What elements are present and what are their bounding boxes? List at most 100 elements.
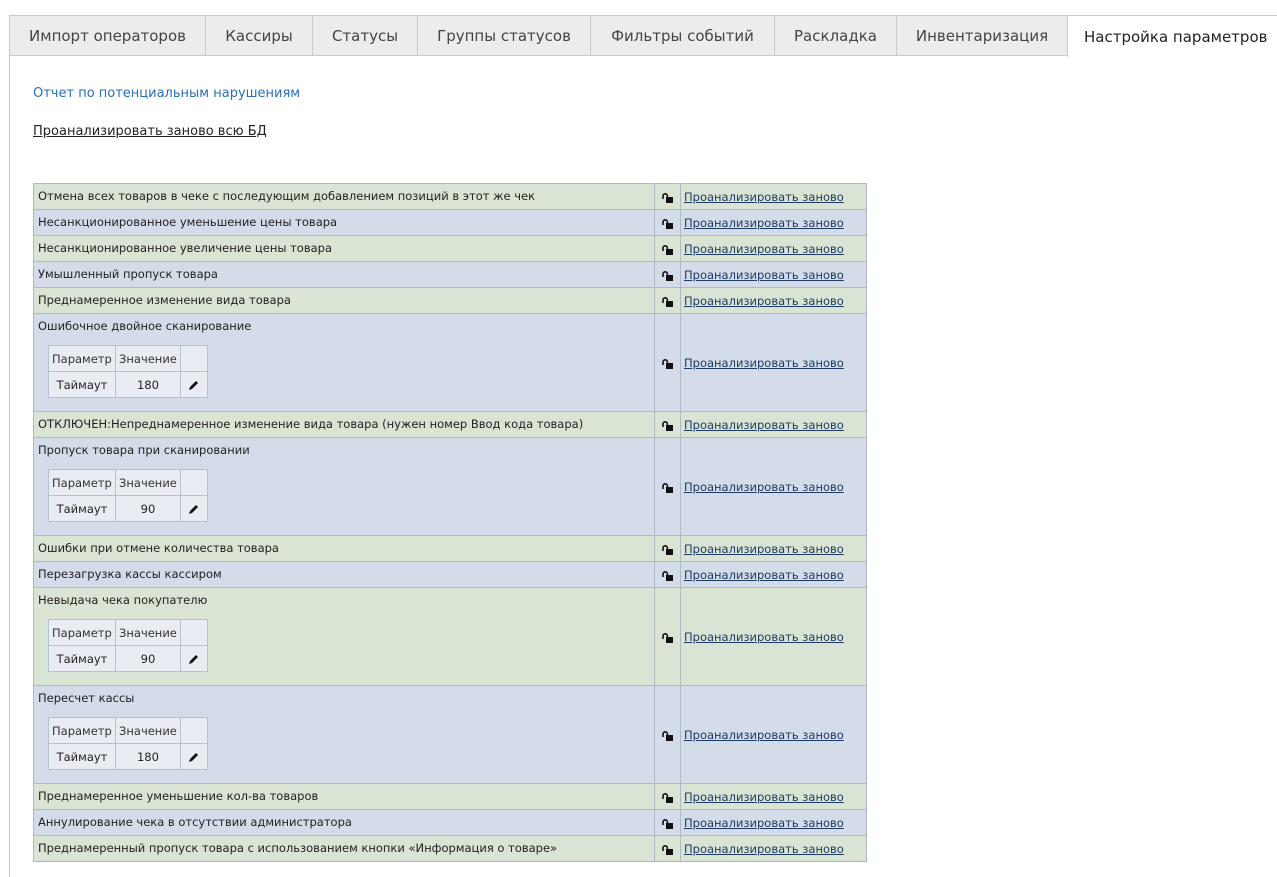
edit-param-button[interactable] [179,495,208,522]
lock-cell[interactable] [654,809,681,836]
value-header: Значение [115,345,181,372]
value-header: Значение [115,619,181,646]
lock-open-icon[interactable] [662,420,673,431]
edit-header [179,345,208,372]
rule-name-cell: Ошибки при отмене количества товара [33,535,655,562]
rule-name-cell: Перезагрузка кассы кассиром [33,561,655,588]
lock-open-icon[interactable] [662,358,673,369]
rule-row: Аннулирование чека в отсутствии админист… [33,809,867,836]
reanalyze-cell: Проанализировать заново [680,209,867,236]
lock-open-icon[interactable] [662,218,673,229]
rules-table: Отмена всех товаров в чеке с последующим… [33,183,867,862]
rule-params-table: Параметр Значение Таймаут 180 [48,345,208,398]
lock-cell[interactable] [654,209,681,236]
reanalyze-link[interactable]: Проанализировать заново [684,216,844,230]
lock-open-icon[interactable] [662,544,673,555]
reanalyze-link[interactable]: Проанализировать заново [684,842,844,856]
reanalyze-link[interactable]: Проанализировать заново [684,480,844,494]
tab-statuses[interactable]: Статусы [312,15,418,55]
edit-param-button[interactable] [179,743,208,770]
pencil-icon [188,752,199,763]
tab-status-groups[interactable]: Группы статусов [417,15,591,55]
reanalyze-cell: Проанализировать заново [680,535,867,562]
tab-parameter-settings[interactable]: Настройка параметров [1067,15,1277,57]
tab-cashiers[interactable]: Кассиры [205,15,313,55]
rule-name: Перезагрузка кассы кассиром [38,567,222,581]
tab-import-operators[interactable]: Импорт операторов [9,15,206,55]
reanalyze-link[interactable]: Проанализировать заново [684,568,844,582]
lock-cell[interactable] [654,685,681,784]
rule-name: ОТКЛЮЧЕН:Непреднамеренное изменение вида… [38,417,584,431]
rule-row: Преднамеренное изменение вида товара Проа… [33,287,867,314]
edit-param-button[interactable] [179,371,208,398]
reanalyze-link[interactable]: Проанализировать заново [684,630,844,644]
lock-open-icon[interactable] [662,270,673,281]
lock-open-icon[interactable] [662,844,673,855]
lock-open-icon[interactable] [662,482,673,493]
rule-row: Несанкционированное увеличение цены това… [33,235,867,262]
reanalyze-link[interactable]: Проанализировать заново [684,294,844,308]
rule-name-cell: ОТКЛЮЧЕН:Непреднамеренное изменение вида… [33,411,655,438]
edit-param-button[interactable] [179,645,208,672]
edit-header [179,469,208,496]
lock-cell[interactable] [654,783,681,810]
lock-cell[interactable] [654,261,681,288]
lock-open-icon[interactable] [662,192,673,203]
lock-cell[interactable] [654,535,681,562]
lock-cell[interactable] [654,313,681,412]
lock-open-icon[interactable] [662,792,673,803]
rule-name-cell: Отмена всех товаров в чеке с последующим… [33,183,655,210]
reanalyze-link[interactable]: Проанализировать заново [684,356,844,370]
rule-name-cell: Преднамеренное уменьшение кол-ва товаров [33,783,655,810]
tab-layout[interactable]: Раскладка [774,15,897,55]
param-name: Таймаут [48,371,116,398]
lock-cell[interactable] [654,287,681,314]
lock-cell[interactable] [654,835,681,862]
reanalyze-link[interactable]: Проанализировать заново [684,728,844,742]
tab-event-filters[interactable]: Фильтры событий [590,15,775,55]
reanalyze-cell: Проанализировать заново [680,183,867,210]
lock-cell[interactable] [654,561,681,588]
param-value: 90 [115,645,181,672]
reanalyze-link[interactable]: Проанализировать заново [684,242,844,256]
rule-name-cell: Ошибочное двойное сканирование Параметр Зн… [33,313,655,412]
reanalyze-link[interactable]: Проанализировать заново [684,190,844,204]
rule-row: Несанкционированное уменьшение цены това… [33,209,867,236]
reanalyze-all-db-link[interactable]: Проанализировать заново всю БД [33,124,267,139]
tab-inventory[interactable]: Инвентаризация [896,15,1068,55]
reanalyze-link[interactable]: Проанализировать заново [684,542,844,556]
lock-cell[interactable] [654,587,681,686]
reanalyze-link[interactable]: Проанализировать заново [684,790,844,804]
reanalyze-cell: Проанализировать заново [680,437,867,536]
lock-cell[interactable] [654,183,681,210]
rule-name-cell: Пересчет кассы Параметр Значение Таймаут 180 [33,685,655,784]
reanalyze-link[interactable]: Проанализировать заново [684,418,844,432]
lock-open-icon[interactable] [662,570,673,581]
reanalyze-cell: Проанализировать заново [680,783,867,810]
rule-name: Преднамеренный пропуск товара с использо… [38,841,558,855]
rule-row: Преднамеренный пропуск товара с использо… [33,835,867,862]
reanalyze-cell: Проанализировать заново [680,561,867,588]
reanalyze-cell: Проанализировать заново [680,287,867,314]
lock-cell[interactable] [654,235,681,262]
lock-cell[interactable] [654,411,681,438]
lock-cell[interactable] [654,437,681,536]
reanalyze-cell: Проанализировать заново [680,685,867,784]
lock-open-icon[interactable] [662,296,673,307]
lock-open-icon[interactable] [662,244,673,255]
rule-params-table: Параметр Значение Таймаут 180 [48,717,208,770]
pencil-icon [188,654,199,665]
rule-name-cell: Несанкционированное уменьшение цены това… [33,209,655,236]
rule-name-cell: Преднамеренное изменение вида товара [33,287,655,314]
lock-open-icon[interactable] [662,632,673,643]
rule-name: Отмена всех товаров в чеке с последующим… [38,189,536,203]
lock-open-icon[interactable] [662,730,673,741]
rule-name: Преднамеренное уменьшение кол-ва товаров [38,789,319,803]
reanalyze-link[interactable]: Проанализировать заново [684,816,844,830]
rule-name: Пересчет кассы [38,691,135,705]
reanalyze-link[interactable]: Проанализировать заново [684,268,844,282]
violations-report-link[interactable]: Отчет по потенциальным нарушениям [33,86,300,101]
param-value: 180 [115,743,181,770]
lock-open-icon[interactable] [662,818,673,829]
pencil-icon [188,380,199,391]
